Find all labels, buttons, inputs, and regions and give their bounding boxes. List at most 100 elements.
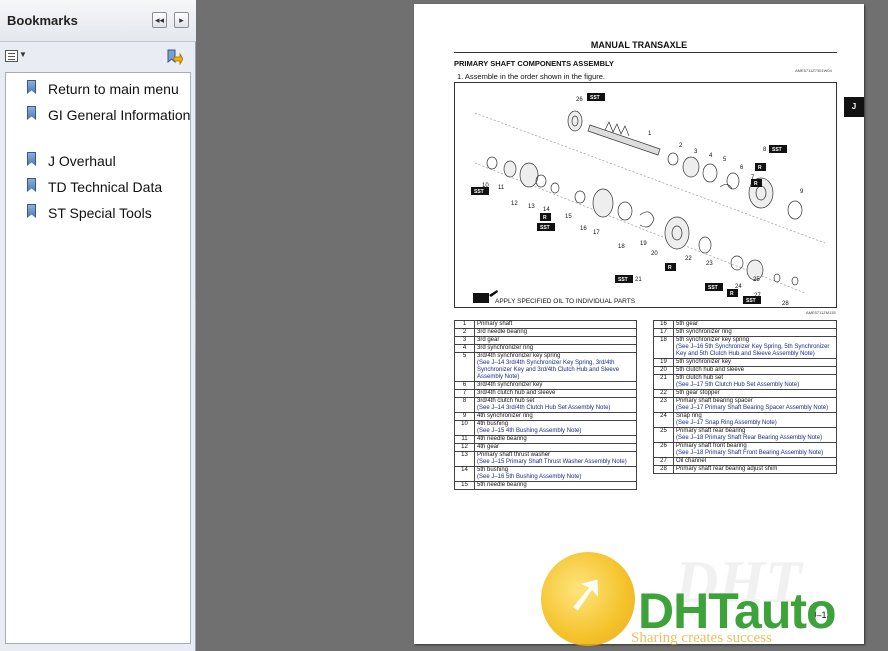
part-description: 5th clutch hub set (See J–17 5th Clutch H… [673,374,837,390]
part-name: 5th clutch hub and sleeve [676,367,745,373]
table-row: 9 4th synchronizer ring [454,412,637,421]
table-row: 7 3rd/4th clutch hub and sleeve [454,389,637,398]
svg-text:4: 4 [709,153,713,159]
collapse-panel-button[interactable]: ◂◂ [152,12,167,28]
part-number: 15 [454,481,475,490]
part-description: 3rd/4th synchronizer key [474,381,637,390]
table-row: 21 5th clutch hub set (See J–17 5th Clutch… [653,374,837,390]
part-number: 9 [454,412,475,421]
part-note-link[interactable]: (See J–17 Primary Shaft Bearing Spacer A… [676,405,834,412]
part-number: 14 [454,466,475,482]
part-description: Primary shaft rear bearing (See J–18 Prim… [673,427,837,443]
svg-text:SST: SST [590,95,600,101]
part-description: Primary shaft front bearing (See J–18 Pri… [673,442,837,458]
part-description: Primary shaft thrust washer (See J–15 Pri… [474,451,637,467]
part-name: Oil channel [676,458,707,464]
bookmark-label: GI General Information [48,107,191,123]
part-name: Primary shaft thrust washer [477,452,551,458]
svg-text:R: R [754,181,758,187]
bookmark-return-to-main-menu[interactable]: Return to main menu [26,79,193,99]
section-title: PRIMARY SHAFT COMPONENTS ASSEMBLY [454,59,614,68]
header-rule [454,52,837,53]
bookmark-icon [26,106,38,122]
part-name: 3rd needle bearing [477,329,528,335]
part-note-link[interactable]: (See J–18 Primary Shaft Front Bearing As… [676,450,834,457]
part-name: 4th gear [477,444,500,450]
part-note-link[interactable]: (See J–16 5th Synchronizer Key Spring, 5… [676,344,834,358]
bookmark-icon [26,80,38,96]
part-description: 5th gear stopper [673,389,837,398]
table-row: 6 3rd/4th synchronizer key [454,381,637,390]
svg-text:18: 18 [618,244,625,250]
part-name: Primary shaft bearing spacer [676,398,753,404]
part-note-link[interactable]: (See J–14 3rd/4th Clutch Hub Set Assembl… [477,405,634,412]
svg-text:8: 8 [763,147,767,153]
bookmark-st-special-tools[interactable]: ST Special Tools [26,203,193,223]
bookmarks-header: Bookmarks ◂◂ ▸ [0,0,196,42]
svg-text:23: 23 [706,261,713,267]
part-name: 5th synchronizer key spring [676,337,750,343]
part-name: Primary shaft rear bearing [676,428,746,434]
new-bookmark-icon[interactable] [165,49,184,66]
instruction-text: 1. Assemble in the order shown in the fi… [457,72,606,81]
options-menu-icon[interactable]: ▼ [5,50,29,64]
svg-text:SST: SST [772,147,782,153]
table-row: 4 3rd synchronizer ring [454,344,637,353]
table-row: 14 5th bushing (See J–16 5th Bushing Assem… [454,466,637,482]
bookmark-td-technical-data[interactable]: TD Technical Data [26,177,193,197]
table-row: 19 5th synchronizer key [653,358,837,367]
part-description: 5th synchronizer ring [673,328,837,337]
table-row: 18 5th synchronizer key spring (See J–16 5… [653,336,837,359]
part-description: 4th gear [474,443,637,452]
part-description: 4th needle bearing [474,435,637,444]
part-note-link[interactable]: (See J–17 Snap Ring Assembly Note) [676,420,834,427]
part-name: Primary shaft [477,321,513,327]
part-description: 3rd gear [474,336,637,345]
part-note-link[interactable]: (See J–15 Primary Shaft Thrust Washer As… [477,459,634,466]
part-note-link[interactable]: (See J–17 5th Clutch Hub Set Assembly No… [676,382,834,389]
bookmark-j-overhaul[interactable]: J Overhaul [26,151,193,171]
svg-text:19: 19 [640,241,647,247]
exploded-view-figure: 1 2 3 4 5 6 7 8 9 10 11 12 13 14 15 16 1… [454,82,837,308]
svg-text:9: 9 [800,189,804,195]
part-note-link[interactable]: (See J–14 3rd/4th Synchronizer Key Sprin… [477,360,634,381]
part-note-link[interactable]: (See J–16 5th Bushing Assembly Note) [477,474,634,481]
part-name: 3rd gear [477,337,500,343]
part-description: 5th clutch hub and sleeve [673,366,837,375]
part-name: 5th synchronizer key [676,359,732,365]
svg-text:25: 25 [753,277,760,283]
svg-text:SST: SST [746,298,756,304]
part-description: 4th bushing (See J–15 4th Bushing Assembl… [474,420,637,436]
part-note-link[interactable]: (See J–15 4th Bushing Assembly Note) [477,428,634,435]
part-number: 19 [653,358,674,367]
part-number: 8 [454,397,475,413]
table-row: 2 3rd needle bearing [454,328,637,337]
bookmarks-panel: Bookmarks ◂◂ ▸ ▼ Return to main menu GI … [0,0,196,651]
part-number: 21 [653,374,674,390]
part-name: Primary shaft front bearing [676,443,747,449]
expand-panel-button[interactable]: ▸ [174,12,189,28]
figure-caption: APPLY SPECIFIED OIL TO INDIVIDUAL PARTS [495,298,636,305]
page-number: J–13 [812,610,832,620]
part-number: 17 [653,328,674,337]
svg-text:SST: SST [618,277,628,283]
part-number: 26 [653,442,674,458]
part-number: 6 [454,381,475,390]
svg-text:17: 17 [593,230,600,236]
bookmarks-title: Bookmarks [7,13,78,28]
bookmark-gi-general-information[interactable]: GI General Information [26,105,193,125]
part-note-link[interactable]: (See J–18 Primary Shaft Rear Bearing Ass… [676,435,834,442]
part-number: 20 [653,366,674,375]
part-name: Snap ring [676,413,702,419]
table-row: 17 5th synchronizer ring [653,328,837,337]
bookmark-list: Return to main menu GI General Informati… [5,72,191,644]
table-row: 27 Oil channel [653,457,837,466]
svg-text:12: 12 [511,201,518,207]
part-name: 5th needle bearing [477,482,527,488]
part-description: 3rd/4th clutch hub and sleeve [474,389,637,398]
svg-text:SST: SST [540,225,550,231]
panel-splitter[interactable] [195,300,198,350]
bookmark-label: TD Technical Data [48,179,163,195]
svg-text:21: 21 [635,277,642,283]
section-tab: J [844,97,864,117]
